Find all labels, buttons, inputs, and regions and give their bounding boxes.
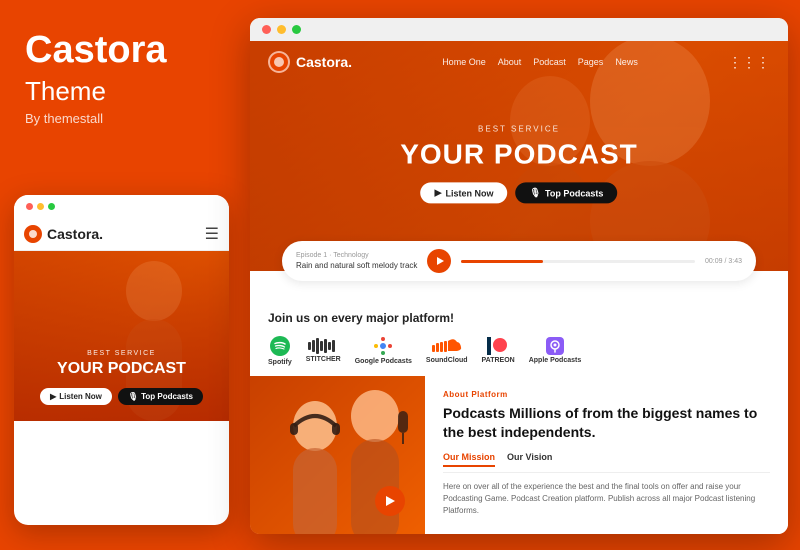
nav-link-about[interactable]: About [498,57,522,67]
about-title: Podcasts Millions of from the biggest na… [443,404,770,442]
brand-author: By themestall [25,111,220,126]
mobile-best-service-label: BEST SERVICE [87,350,156,357]
platform-soundcloud: SoundCloud [426,337,468,364]
platform-patreon: PATREON [482,337,515,364]
soundcloud-label: SoundCloud [426,357,468,364]
desktop-listen-button[interactable]: ▶ Listen Now [421,182,508,203]
desktop-logo-text: Castora. [296,54,352,70]
platform-logos: Spotify STITCHER [268,335,770,366]
mic-icon: 🎙 [530,187,541,198]
apple-podcasts-icon [546,337,564,355]
player-progress-bar[interactable] [461,260,695,263]
nav-link-podcast[interactable]: Podcast [533,57,566,67]
desktop-dot-close [262,25,271,34]
mobile-logo-text: Castora. [47,226,103,242]
desktop-dot-minimize [277,25,286,34]
desktop-dot-maximize [292,25,301,34]
left-branding-panel: Castora Theme By themestall Castora. ☰ [0,0,245,550]
player-episode-title: Rain and natural soft melody track [296,261,417,270]
soundcloud-icon [432,337,462,355]
mobile-hero-title: YOUR PODCAST [57,360,186,378]
play-icon: ▶ [435,187,442,198]
mobile-dot-minimize [37,203,44,210]
mobile-hero-buttons: ▶ Listen Now 🎙 Top Podcasts [40,388,203,405]
desktop-nav: Castora. Home One About Podcast Pages Ne… [250,41,788,83]
player-episode-meta: Episode 1 · Technology [296,252,417,259]
brand-title: Castora [25,30,220,72]
google-podcasts-label: Google Podcasts [355,358,412,365]
desktop-logo-svg [273,56,285,68]
desktop-logo-icon [268,51,290,73]
hamburger-icon[interactable]: ☰ [205,224,219,244]
platform-spotify: Spotify [268,335,292,366]
platform-stitcher: STITCHER [306,338,341,363]
patreon-label: PATREON [482,357,515,364]
bottom-play-icon [384,495,396,507]
bottom-play-button[interactable] [375,486,405,516]
platform-title: Join us on every major platform! [268,311,770,325]
about-tab-vision[interactable]: Our Vision [507,452,552,467]
about-platform-label: About Platform [443,390,770,399]
brand-subtitle: Theme [25,76,220,107]
player-play-triangle-icon [437,257,444,265]
player-episode-info: Episode 1 · Technology Rain and natural … [296,252,417,270]
mobile-window-dots [26,203,55,210]
mobile-top-bar [14,195,229,218]
desktop-nav-links: Home One About Podcast Pages News [442,57,638,67]
player-progress-fill [461,260,543,263]
desktop-top-bar [250,18,788,41]
nav-link-home[interactable]: Home One [442,57,486,67]
mobile-dot-maximize [48,203,55,210]
desktop-hero-buttons: ▶ Listen Now 🎙 Top Podcasts [400,182,638,203]
patreon-icon [487,337,509,355]
desktop-mockup: Castora. Home One About Podcast Pages Ne… [250,18,788,534]
spotify-icon [269,335,291,357]
player-time: 00:09 / 3:43 [705,258,742,265]
mobile-nav: Castora. ☰ [14,218,229,251]
nav-link-news[interactable]: News [615,57,638,67]
platform-apple-podcasts: Apple Podcasts [529,337,582,364]
desktop-hero-content: BEST SERVICE YOUR PODCAST ▶ Listen Now 🎙… [400,124,638,203]
about-tab-mission[interactable]: Our Mission [443,452,495,467]
desktop-top-podcasts-button[interactable]: 🎙 Top Podcasts [516,182,618,203]
mobile-dot-close [26,203,33,210]
bottom-text: About Platform Podcasts Millions of from… [425,376,788,534]
stitcher-icon [308,338,338,354]
mobile-logo: Castora. [24,225,103,243]
player-play-button[interactable] [427,249,451,273]
desktop-hero: Castora. Home One About Podcast Pages Ne… [250,41,788,271]
mobile-top-podcasts-button[interactable]: 🎙 Top Podcasts [118,388,203,405]
bottom-image [250,376,425,534]
about-tabs: Our Mission Our Vision [443,452,770,473]
google-podcasts-icon [373,336,393,356]
grid-icon[interactable]: ⋮⋮⋮ [728,54,770,71]
about-description: Here on over all of the experience the b… [443,481,770,517]
mobile-mockup: Castora. ☰ BEST SERVICE YOUR PODCAST ▶ L… [14,195,229,525]
platform-google-podcasts: Google Podcasts [355,336,412,365]
spotify-label: Spotify [268,359,292,366]
platform-section: Join us on every major platform! Spotify [250,299,788,376]
desktop-hero-title: YOUR PODCAST [400,138,638,170]
mobile-logo-icon [24,225,42,243]
mobile-hero: BEST SERVICE YOUR PODCAST ▶ Listen Now 🎙… [14,251,229,421]
bottom-section: About Platform Podcasts Millions of from… [250,376,788,534]
player-bar: Episode 1 · Technology Rain and natural … [282,241,756,281]
apple-podcasts-label: Apple Podcasts [529,357,582,364]
nav-link-pages[interactable]: Pages [578,57,604,67]
mobile-listen-button[interactable]: ▶ Listen Now [40,388,112,405]
mobile-logo-svg [28,229,38,239]
desktop-logo: Castora. [268,51,352,73]
desktop-best-service-label: BEST SERVICE [400,124,638,133]
stitcher-label: STITCHER [306,356,341,363]
